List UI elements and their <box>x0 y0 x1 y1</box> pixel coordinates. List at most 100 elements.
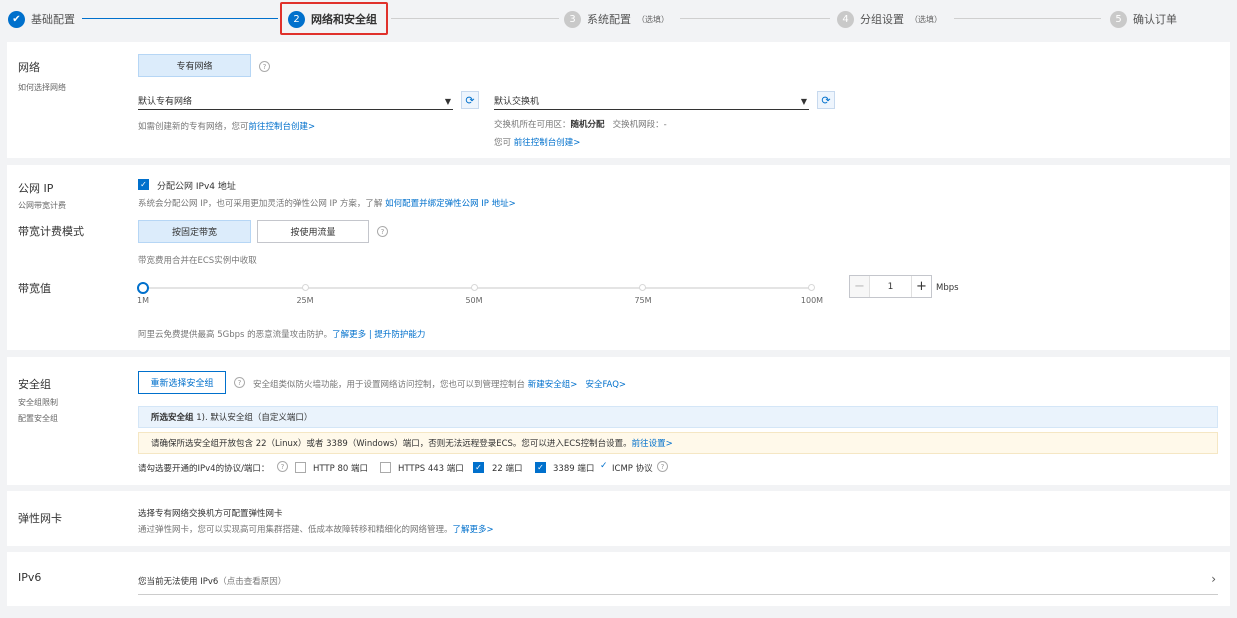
step-label: 基础配置 <box>31 13 75 26</box>
tick-label: 25M <box>296 296 314 305</box>
ipv6-row[interactable]: 您当前无法使用 IPv6（点击查看原因） › <box>138 567 1218 595</box>
step-number: 3 <box>564 10 581 28</box>
slider-tick <box>808 284 815 291</box>
public-ip-hint-text: 系统会分配公网 IP，也可采用更加灵活的弹性公网 IP 方案，了解 <box>138 199 383 209</box>
step-bar: ✔ 基础配置 2 网络和安全组 3 系统配置 （选填） 4 分组设置 （选填） … <box>0 0 1237 40</box>
network-panel: 网络 如何选择网络 专有网络 ? 默认专有网络 ▼ ⟳ 默认交换机 ▼ ⟳ 如需… <box>7 42 1230 158</box>
selected-security-group-bar: 所选安全组 1). 默认安全组（自定义端口） <box>138 406 1218 428</box>
vswitch-create-link[interactable]: 前往控制台创建> <box>514 138 581 148</box>
eni-learn-more-link[interactable]: 了解更多> <box>453 525 494 535</box>
selected-label: 所选安全组 <box>151 413 194 423</box>
configure-security-group-link[interactable]: 配置安全组 <box>18 413 58 424</box>
eni-line2: 通过弹性网卡，您可以实现高可用集群搭建、低成本故障转移和精细化的网络管理。了解更… <box>138 523 494 535</box>
vpc-select-value: 默认专有网络 <box>138 97 193 107</box>
icmp-label: ICMP 协议 <box>612 464 653 474</box>
billing-mode-title: 带宽计费模式 <box>18 225 84 238</box>
vswitch-select[interactable]: 默认交换机 ▼ <box>494 92 809 110</box>
security-group-panel: 安全组 安全组限制 配置安全组 重新选择安全组 ? 安全组类似防火墙功能，用于设… <box>7 357 1230 485</box>
vpc-type-button[interactable]: 专有网络 <box>138 54 251 77</box>
vswitch-hint-text: 您可 <box>494 138 512 148</box>
vpc-select[interactable]: 默认专有网络 ▼ <box>138 92 453 110</box>
vswitch-select-value: 默认交换机 <box>494 97 540 107</box>
new-security-group-link[interactable]: 新建安全组> <box>528 380 578 390</box>
help-icon[interactable]: ? <box>259 61 270 72</box>
zone-label: 交换机所在可用区： <box>494 120 571 130</box>
section-title: 公网 IP <box>18 182 54 195</box>
port-https-checkbox[interactable] <box>380 462 391 473</box>
help-icon[interactable]: ? <box>234 377 245 388</box>
tick-label: 1M <box>137 296 149 305</box>
step-connector <box>954 18 1101 19</box>
choose-network-link[interactable]: 如何选择网络 <box>18 82 66 93</box>
go-settings-link[interactable]: 前往设置> <box>632 437 673 449</box>
port-label: 3389 端口 <box>553 464 595 474</box>
step-number: 4 <box>837 10 854 28</box>
port-warning-bar: 请确保所选安全组开放包含 22（Linux）或者 3389（Windows）端口… <box>138 432 1218 454</box>
selected-value: 1). 默认安全组（自定义端口） <box>196 413 313 423</box>
public-ip-hint: 系统会分配公网 IP，也可采用更加灵活的弹性公网 IP 方案，了解 如何配置并绑… <box>138 197 516 209</box>
tick-label: 50M <box>465 296 483 305</box>
section-title: IPv6 <box>18 571 42 584</box>
port-http-checkbox[interactable] <box>295 462 306 473</box>
port-3389-checkbox[interactable]: ✓ <box>535 462 546 473</box>
bandwidth-title: 带宽值 <box>18 282 51 295</box>
slider-tick <box>639 284 646 291</box>
increment-button[interactable]: + <box>911 276 931 297</box>
ports-label: 请勾选要开通的IPv4的协议/端口： <box>138 464 270 474</box>
zone-value: 随机分配 <box>570 120 605 130</box>
vpc-create-link[interactable]: 前往控制台创建> <box>249 122 316 132</box>
step-confirm-order[interactable]: 5 确认订单 <box>1110 9 1177 29</box>
eip-config-link[interactable]: 如何配置并绑定弹性公网 IP 地址> <box>385 199 516 209</box>
decrement-button[interactable]: − <box>850 276 870 297</box>
reselect-security-group-button[interactable]: 重新选择安全组 <box>138 371 226 394</box>
step-connector <box>82 18 278 19</box>
eni-line1: 选择专有网络交换机方可配置弹性网卡 <box>138 509 283 519</box>
help-icon[interactable]: ? <box>657 461 668 472</box>
step-basic-config[interactable]: ✔ 基础配置 <box>8 9 75 29</box>
bandwidth-slider-handle[interactable] <box>137 282 149 294</box>
bandwidth-input[interactable]: 1 <box>870 276 911 297</box>
billing-fixed-button[interactable]: 按固定带宽 <box>138 220 251 243</box>
dropdown-caret-icon: ▼ <box>800 97 807 106</box>
vpc-hint-text: 如需创建新的专有网络，您可 <box>138 122 249 132</box>
refresh-icon[interactable]: ⟳ <box>817 91 835 109</box>
ddos-hint: 阿里云免费提供最高 5Gbps 的恶意流量攻击防护。了解更多 | 提升防护能力 <box>138 328 425 340</box>
help-icon[interactable]: ? <box>277 461 288 472</box>
security-group-desc-text: 安全组类似防火墙功能，用于设置网络访问控制，您也可以到管理控制台 <box>253 380 526 390</box>
help-icon[interactable]: ? <box>377 226 388 237</box>
bandwidth-slider-track[interactable] <box>143 287 813 289</box>
step-optional: （选填） <box>910 14 942 24</box>
ipv6-text: 您当前无法使用 IPv6 <box>138 577 219 587</box>
public-ip-panel: 公网 IP 公网带宽计费 ✓ 分配公网 IPv4 地址 系统会分配公网 IP，也… <box>7 165 1230 350</box>
cidr-value: - <box>663 120 667 130</box>
step-connector <box>680 18 830 19</box>
bandwidth-unit: Mbps <box>936 283 959 293</box>
assign-ipv4-label: 分配公网 IPv4 地址 <box>157 182 236 192</box>
refresh-icon[interactable]: ⟳ <box>461 91 479 109</box>
learn-more-link[interactable]: 了解更多 <box>332 330 366 340</box>
vswitch-hint: 您可 前往控制台创建> <box>494 136 580 148</box>
security-group-limit-link[interactable]: 安全组限制 <box>18 397 58 408</box>
eni-line2-text: 通过弹性网卡，您可以实现高可用集群搭建、低成本故障转移和精细化的网络管理。 <box>138 525 453 535</box>
step-highlight-box <box>280 2 388 35</box>
security-faq-link[interactable]: 安全FAQ> <box>585 380 626 390</box>
step-connector <box>391 18 559 19</box>
upgrade-protection-link[interactable]: 提升防护能力 <box>374 330 425 340</box>
security-group-desc: 安全组类似防火墙功能，用于设置网络访问控制，您也可以到管理控制台 新建安全组> … <box>253 378 626 390</box>
vswitch-zone-info: 交换机所在可用区：随机分配 交换机网段：- <box>494 118 667 130</box>
dropdown-caret-icon: ▼ <box>444 97 451 106</box>
billing-traffic-button[interactable]: 按使用流量 <box>257 220 369 243</box>
eni-panel: 弹性网卡 选择专有网络交换机方可配置弹性网卡 通过弹性网卡，您可以实现高可用集群… <box>7 491 1230 546</box>
ipv6-status: 您当前无法使用 IPv6（点击查看原因） <box>138 575 286 587</box>
assign-ipv4-checkbox[interactable]: ✓ <box>138 179 149 190</box>
step-system-config[interactable]: 3 系统配置 （选填） <box>564 9 669 29</box>
tick-label: 100M <box>800 296 824 305</box>
ipv6-reason-link[interactable]: （点击查看原因） <box>218 577 286 587</box>
billing-hint: 带宽费用合并在ECS实例中收取 <box>138 256 257 266</box>
port-label: HTTPS 443 端口 <box>398 464 464 474</box>
port-22-checkbox[interactable]: ✓ <box>473 462 484 473</box>
step-label: 分组设置 <box>860 13 904 26</box>
section-title: 安全组 <box>18 378 51 391</box>
step-group-settings[interactable]: 4 分组设置 （选填） <box>837 9 942 29</box>
step-number: 5 <box>1110 10 1127 28</box>
